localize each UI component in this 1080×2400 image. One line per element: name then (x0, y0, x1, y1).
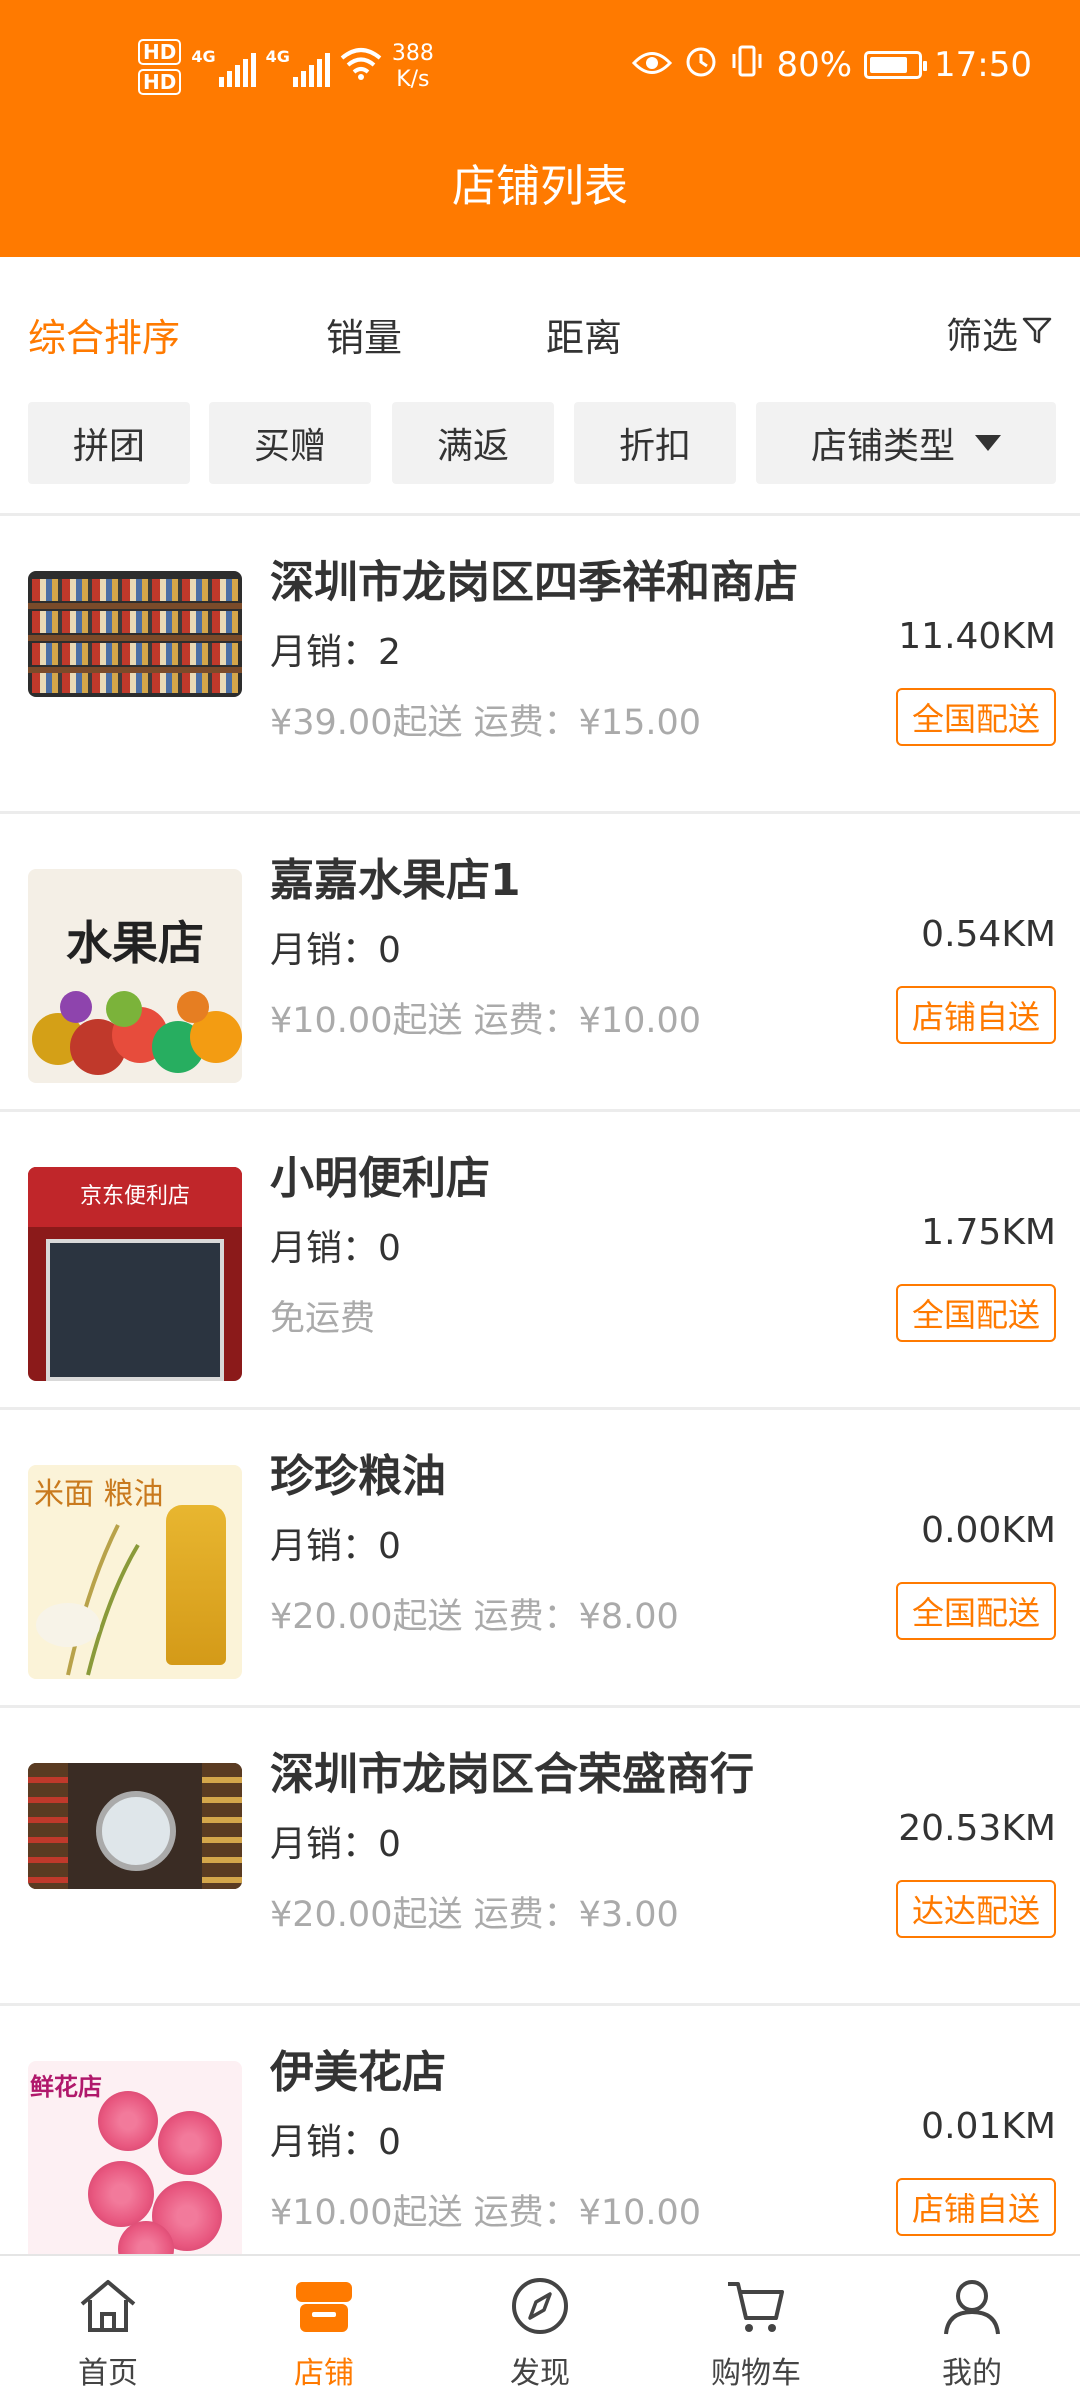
delivery-tag: 店铺自送 (895, 986, 1056, 1044)
store-thumbnail (28, 1763, 242, 1889)
signal-icon-2: 4G (266, 47, 330, 87)
thumbnail-text: 京东便利店 (28, 1167, 242, 1227)
monthly-sales: 月销：0 (270, 1824, 401, 1865)
monthly-sales: 月销：0 (270, 1526, 401, 1567)
compass-icon (504, 2270, 576, 2342)
store-card[interactable]: 京东便利店 小明便利店 月销：0 免运费 1.75KM 全国配送 (0, 1112, 1080, 1410)
filter-icon (1022, 313, 1052, 354)
store-card[interactable]: 深圳市龙岗区合荣盛商行 月销：0 ¥20.00起送 运费：¥3.00 20.53… (0, 1708, 1080, 2006)
store-distance: 20.53KM (898, 1808, 1056, 1849)
app-header: HD HD 4G 4G 388 K/s 80% 17:50 店铺列表 (0, 0, 1080, 257)
filter-chips: 拼团 买赠 满返 折扣 店铺类型 (0, 402, 1080, 486)
delivery-info: ¥20.00起送 运费：¥3.00 (270, 1895, 679, 1935)
nav-label: 我的 (942, 2356, 1002, 2391)
rose-image (98, 2091, 158, 2151)
store-thumbnail: 米面 粮油 (28, 1465, 242, 1679)
wifi-icon (340, 46, 382, 89)
store-distance: 11.40KM (898, 616, 1056, 657)
oil-bottle-image (166, 1505, 226, 1665)
caret-down-icon (975, 435, 1001, 451)
nav-label: 店铺 (294, 2356, 354, 2391)
store-distance: 0.01KM (921, 2106, 1056, 2147)
store-name: 嘉嘉水果店1 (270, 855, 521, 906)
alarm-icon (684, 44, 718, 87)
delivery-info: ¥20.00起送 运费：¥8.00 (270, 1597, 679, 1637)
store-thumbnail: 京东便利店 (28, 1167, 242, 1381)
user-icon (936, 2270, 1008, 2342)
chip-discount[interactable]: 折扣 (574, 402, 736, 484)
hd-indicators: HD HD (138, 39, 182, 95)
monthly-sales: 月销：0 (270, 930, 401, 971)
delivery-tag: 全国配送 (895, 1284, 1056, 1342)
delivery-tag: 全国配送 (895, 1582, 1056, 1640)
store-card[interactable]: 水果店 嘉嘉水果店1 月销：0 ¥10.00起送 运费：¥10.00 0.54K… (0, 814, 1080, 1112)
nav-home[interactable]: 首页 (0, 2256, 216, 2400)
chip-buy-gift[interactable]: 买赠 (209, 402, 371, 484)
store-distance: 0.00KM (921, 1510, 1056, 1551)
storefront-image (46, 1239, 224, 1381)
store-card[interactable]: 米面 粮油 珍珍粮油 月销：0 ¥20.00起送 运费：¥8.00 0.00KM… (0, 1410, 1080, 1708)
page-title: 店铺列表 (452, 161, 628, 212)
monthly-sales: 月销：0 (270, 2122, 401, 2163)
sort-bar: 综合排序 销量 距离 筛选 (0, 257, 1080, 387)
store-type-dropdown[interactable]: 店铺类型 (756, 402, 1056, 484)
eye-icon (632, 45, 673, 85)
store-name: 珍珍粮油 (270, 1451, 446, 1502)
store-distance: 1.75KM (921, 1212, 1056, 1253)
store-thumbnail (28, 571, 242, 697)
sort-comprehensive[interactable]: 综合排序 (28, 307, 180, 362)
filter-label: 筛选 (945, 316, 1018, 357)
nav-label: 发现 (510, 2356, 570, 2391)
monthly-sales: 月销：0 (270, 1228, 401, 1269)
cart-icon (720, 2270, 792, 2342)
store-thumbnail: 鲜花店 (28, 2061, 242, 2275)
store-thumbnail: 水果店 (28, 869, 242, 1083)
delivery-tag: 达达配送 (895, 1880, 1056, 1938)
battery-icon (864, 51, 928, 79)
store-distance: 0.54KM (921, 914, 1056, 955)
nav-label: 首页 (78, 2356, 138, 2391)
bottom-nav: 首页 店铺 发现 购物车 我的 (0, 2254, 1080, 2400)
store-name: 深圳市龙岗区四季祥和商店 (270, 557, 798, 608)
monthly-sales: 月销：2 (270, 632, 401, 673)
nav-label: 购物车 (711, 2356, 801, 2391)
nav-discover[interactable]: 发现 (432, 2256, 648, 2400)
sort-sales[interactable]: 销量 (326, 307, 402, 362)
delivery-info: ¥10.00起送 运费：¥10.00 (270, 1001, 702, 1041)
decor-image (96, 1791, 176, 1871)
hd-badge-1: HD (138, 39, 182, 65)
nav-cart[interactable]: 购物车 (648, 2256, 864, 2400)
delivery-tag: 全国配送 (895, 688, 1056, 746)
filter-button[interactable]: 筛选 (946, 307, 1052, 359)
store-type-label: 店铺类型 (810, 426, 955, 467)
store-card[interactable]: 深圳市龙岗区四季祥和商店 月销：2 ¥39.00起送 运费：¥15.00 11.… (0, 516, 1080, 814)
nav-profile[interactable]: 我的 (864, 2256, 1080, 2400)
store-name: 深圳市龙岗区合荣盛商行 (270, 1749, 754, 1800)
sort-distance[interactable]: 距离 (546, 307, 622, 362)
status-bar-left: HD HD 4G 4G 388 K/s (138, 32, 434, 102)
status-bar-right: 80% 17:50 (632, 40, 1032, 90)
home-icon (72, 2270, 144, 2342)
hd-badge-2: HD (138, 69, 182, 95)
store-name: 伊美花店 (270, 2047, 446, 2098)
store-icon (288, 2270, 360, 2342)
signal-icon-1: 4G (191, 47, 256, 87)
delivery-tag: 店铺自送 (895, 2178, 1056, 2236)
vibrate-icon (730, 44, 764, 87)
delivery-info: ¥39.00起送 运费：¥15.00 (270, 703, 702, 743)
fruit-vegetables-image (32, 991, 242, 1075)
thumbnail-text: 鲜花店 (30, 2073, 102, 2101)
clock: 17:50 (934, 45, 1032, 85)
store-list: 深圳市龙岗区四季祥和商店 月销：2 ¥39.00起送 运费：¥15.00 11.… (0, 516, 1080, 2304)
delivery-info: 免运费 (270, 1299, 376, 1339)
network-speed: 388 K/s (391, 41, 434, 92)
chip-cashback[interactable]: 满返 (392, 402, 554, 484)
battery-percent: 80% (776, 45, 853, 85)
delivery-info: ¥10.00起送 运费：¥10.00 (270, 2193, 702, 2233)
store-name: 小明便利店 (270, 1153, 490, 1204)
chip-group-buy[interactable]: 拼团 (28, 402, 190, 484)
nav-store[interactable]: 店铺 (216, 2256, 432, 2400)
